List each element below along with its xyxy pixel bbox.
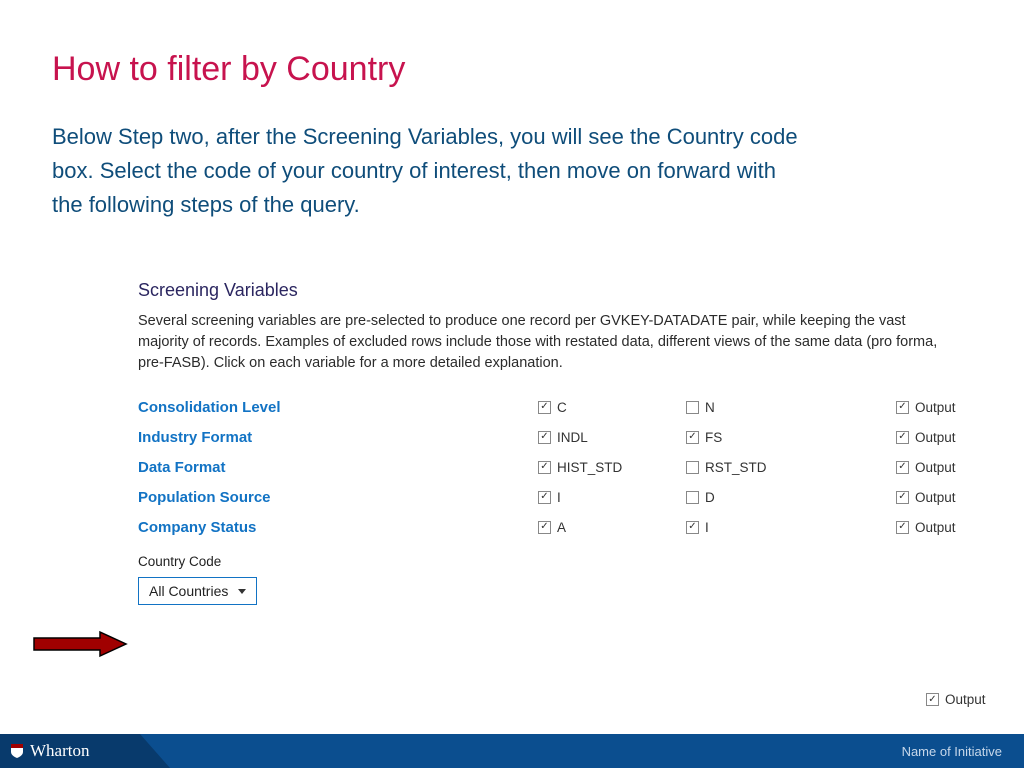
chk-output[interactable]	[896, 521, 909, 534]
lbl: INDL	[557, 430, 588, 445]
row-dataformat: Data Format HIST_STD RST_STD Output	[138, 452, 978, 482]
bottom-output: Output	[926, 692, 986, 707]
chk-i[interactable]	[538, 491, 551, 504]
link-industry[interactable]: Industry Format	[138, 429, 538, 446]
country-code-label: Country Code	[138, 554, 978, 569]
lbl: A	[557, 520, 566, 535]
lbl: Output	[945, 692, 986, 707]
chk-output[interactable]	[896, 491, 909, 504]
chk-fs[interactable]	[686, 431, 699, 444]
chk-output[interactable]	[896, 431, 909, 444]
lbl: Output	[915, 400, 956, 415]
chk-i2[interactable]	[686, 521, 699, 534]
chk-output[interactable]	[896, 461, 909, 474]
lbl: Output	[915, 430, 956, 445]
screening-rows: Consolidation Level C N Output Industry …	[138, 392, 978, 542]
row-company: Company Status A I Output	[138, 512, 978, 542]
country-code-dropdown[interactable]: All Countries	[138, 577, 257, 605]
row-industry: Industry Format INDL FS Output	[138, 422, 978, 452]
brand-text: Wharton	[30, 741, 89, 761]
chk-output[interactable]	[896, 401, 909, 414]
dropdown-value: All Countries	[149, 583, 228, 599]
lbl: RST_STD	[705, 460, 767, 475]
footer-brand: Wharton	[0, 734, 140, 768]
arrow-right-icon	[30, 629, 130, 659]
shield-icon	[10, 743, 24, 759]
screening-panel: Screening Variables Several screening va…	[138, 280, 978, 605]
footer-right-text: Name of Initiative	[902, 744, 1024, 759]
link-population[interactable]: Population Source	[138, 489, 538, 506]
lbl: HIST_STD	[557, 460, 622, 475]
chk-a[interactable]	[538, 521, 551, 534]
link-company[interactable]: Company Status	[138, 519, 538, 536]
page-title: How to filter by Country	[52, 50, 405, 89]
chk-d[interactable]	[686, 491, 699, 504]
row-consolidation: Consolidation Level C N Output	[138, 392, 978, 422]
screening-heading: Screening Variables	[138, 280, 978, 301]
lbl: N	[705, 400, 715, 415]
lbl: I	[705, 520, 709, 535]
row-population: Population Source I D Output	[138, 482, 978, 512]
chk-output-bottom[interactable]	[926, 693, 939, 706]
chk-hist[interactable]	[538, 461, 551, 474]
lbl: Output	[915, 490, 956, 505]
chk-n[interactable]	[686, 401, 699, 414]
footer-bar: Wharton Name of Initiative	[0, 734, 1024, 768]
intro-text: Below Step two, after the Screening Vari…	[52, 120, 812, 222]
lbl: Output	[915, 460, 956, 475]
caret-down-icon	[238, 589, 246, 594]
lbl: FS	[705, 430, 722, 445]
chk-rst[interactable]	[686, 461, 699, 474]
lbl: I	[557, 490, 561, 505]
chk-c[interactable]	[538, 401, 551, 414]
link-consolidation[interactable]: Consolidation Level	[138, 399, 538, 416]
lbl: D	[705, 490, 715, 505]
link-dataformat[interactable]: Data Format	[138, 459, 538, 476]
screening-paragraph: Several screening variables are pre-sele…	[138, 311, 958, 374]
chk-indl[interactable]	[538, 431, 551, 444]
lbl: Output	[915, 520, 956, 535]
lbl: C	[557, 400, 567, 415]
